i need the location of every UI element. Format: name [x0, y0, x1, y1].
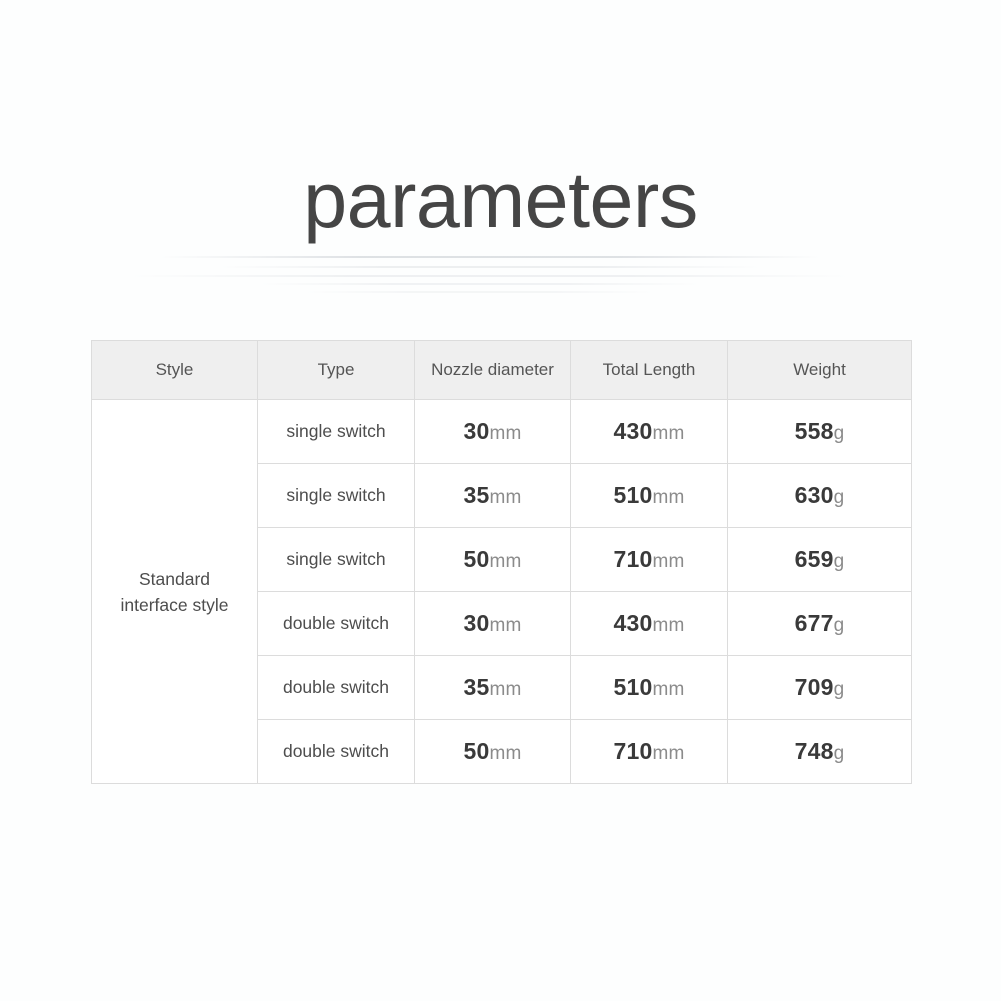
column-header-type: Type [257, 340, 415, 400]
cell-total-length: 710mm [570, 527, 728, 592]
weight-unit: g [833, 423, 845, 444]
cell-nozzle-diameter: 30mm [414, 591, 571, 656]
length-unit: mm [652, 743, 685, 764]
weight-unit: g [833, 615, 845, 636]
cell-total-length: 710mm [570, 719, 728, 784]
nozzle-value: 50 [463, 738, 490, 764]
cell-total-length: 430mm [570, 591, 728, 656]
length-unit: mm [652, 423, 685, 444]
column-header-nozzle-diameter: Nozzle diameter [414, 340, 571, 400]
cell-nozzle-diameter: 30mm [414, 399, 571, 464]
table-header: Style Type Nozzle diameter Total Length … [91, 340, 912, 400]
length-unit: mm [652, 615, 685, 636]
nozzle-unit: mm [489, 551, 522, 572]
specifications-table: Style Type Nozzle diameter Total Length … [91, 340, 912, 784]
reflection-streak [220, 266, 760, 268]
cell-type: single switch [257, 527, 415, 592]
weight-unit: g [833, 743, 845, 764]
cell-weight: 659g [727, 527, 912, 592]
weight-value: 709 [794, 674, 834, 700]
column-header-weight: Weight [727, 340, 912, 400]
cell-weight: 677g [727, 591, 912, 656]
table-header-row: Style Type Nozzle diameter Total Length … [91, 340, 912, 400]
reflection-streak [305, 291, 655, 293]
nozzle-unit: mm [489, 615, 522, 636]
length-unit: mm [652, 487, 685, 508]
length-value: 430 [613, 610, 653, 636]
length-value: 710 [613, 546, 653, 572]
nozzle-value: 50 [463, 546, 490, 572]
weight-value: 748 [794, 738, 834, 764]
nozzle-unit: mm [489, 423, 522, 444]
cell-type: double switch [257, 719, 415, 784]
cell-nozzle-diameter: 50mm [414, 527, 571, 592]
nozzle-unit: mm [489, 487, 522, 508]
length-unit: mm [652, 551, 685, 572]
cell-type: single switch [257, 463, 415, 528]
cell-weight: 630g [727, 463, 912, 528]
nozzle-unit: mm [489, 679, 522, 700]
weight-unit: g [833, 679, 845, 700]
table-row: Standard interface style single switch 3… [91, 399, 912, 784]
title-block: parameters [0, 150, 1001, 250]
title-reflection-artifact [130, 252, 870, 304]
cell-total-length: 430mm [570, 399, 728, 464]
cell-weight: 748g [727, 719, 912, 784]
nozzle-value: 35 [463, 482, 490, 508]
page-title: parameters [303, 155, 698, 244]
reflection-streak [130, 275, 850, 277]
weight-unit: g [833, 487, 845, 508]
weight-value: 659 [794, 546, 834, 572]
weight-value: 677 [794, 610, 834, 636]
nozzle-unit: mm [489, 743, 522, 764]
weight-value: 630 [794, 482, 834, 508]
cell-weight: 709g [727, 655, 912, 720]
cell-type: single switch [257, 399, 415, 464]
column-header-style: Style [91, 340, 258, 400]
weight-unit: g [833, 551, 845, 572]
cell-nozzle-diameter: 35mm [414, 463, 571, 528]
cell-nozzle-diameter: 50mm [414, 719, 571, 784]
length-unit: mm [652, 679, 685, 700]
cell-total-length: 510mm [570, 655, 728, 720]
cell-type: double switch [257, 591, 415, 656]
length-value: 710 [613, 738, 653, 764]
reflection-streak [160, 256, 820, 258]
nozzle-value: 30 [463, 610, 490, 636]
column-header-total-length: Total Length [570, 340, 728, 400]
cell-total-length: 510mm [570, 463, 728, 528]
nozzle-value: 30 [463, 418, 490, 444]
weight-value: 558 [794, 418, 834, 444]
cell-weight: 558g [727, 399, 912, 464]
length-value: 430 [613, 418, 653, 444]
table-body: Standard interface style single switch 3… [91, 399, 912, 784]
cell-nozzle-diameter: 35mm [414, 655, 571, 720]
style-group-cell: Standard interface style [91, 399, 258, 784]
style-group-line-2: interface style [120, 594, 229, 615]
length-value: 510 [613, 482, 653, 508]
reflection-streak [260, 283, 700, 285]
length-value: 510 [613, 674, 653, 700]
style-group-line-1: Standard [138, 568, 211, 589]
nozzle-value: 35 [463, 674, 490, 700]
cell-type: double switch [257, 655, 415, 720]
